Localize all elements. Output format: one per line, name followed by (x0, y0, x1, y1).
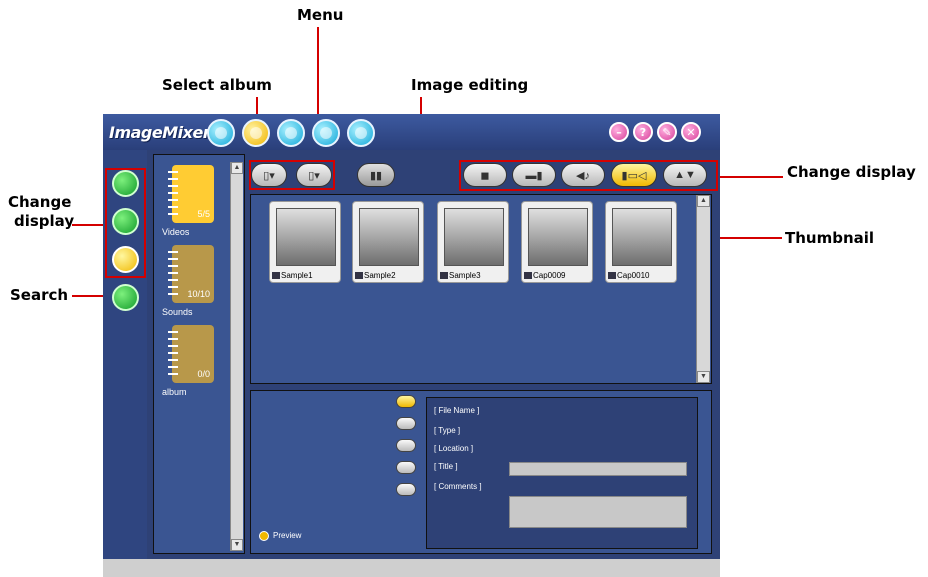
callout-change-display-left-2: display (14, 212, 75, 230)
thumbnail-scrollbar[interactable]: ▲ ▼ (696, 195, 710, 383)
title-label: [ Title ] (434, 462, 458, 471)
info-area: Preview [ File Name ] [ Type ] [ Locatio… (250, 390, 712, 554)
type-label: [ Type ] (434, 426, 461, 435)
comments-label: [ Comments ] (434, 482, 482, 491)
album-scrollbar[interactable]: ▲ ▼ (230, 162, 243, 551)
callout-thumbnail: Thumbnail (785, 229, 875, 247)
camera-file-icon (608, 272, 616, 280)
album-label: Videos (162, 227, 190, 237)
preview-label: Preview (273, 531, 302, 540)
scroll-up-icon[interactable]: ▲ (697, 195, 710, 207)
settings-icon[interactable]: ✎ (657, 122, 677, 142)
imagemixer-window: ImageMixer – ? ✎ ✕ 5/5 Videos 10/10 Soun… (103, 114, 720, 577)
camera-file-icon (524, 272, 532, 280)
highlight-change-display-left (105, 168, 146, 278)
video-file-icon (272, 272, 280, 280)
location-label: [ Location ] (434, 444, 474, 453)
minimize-icon[interactable]: – (609, 122, 629, 142)
title-field[interactable] (509, 462, 687, 476)
thumbnail-name: Cap0010 (617, 271, 650, 280)
album-icon[interactable] (207, 119, 235, 147)
highlight-menu (249, 160, 335, 190)
thumbnail-name: Sample3 (449, 271, 481, 280)
image-editing-button[interactable]: ▮▮ (357, 163, 395, 187)
thumbnail[interactable]: Cap0010 (605, 201, 677, 283)
comments-field[interactable] (509, 496, 687, 528)
callout-search: Search (10, 286, 69, 304)
add-info-button[interactable] (396, 417, 416, 430)
file-info-button[interactable] (396, 395, 416, 408)
callout-change-display-right: Change display (787, 163, 916, 181)
scroll-down-icon[interactable]: ▼ (697, 371, 710, 383)
album-label: Sounds (162, 307, 193, 317)
select-album-icon[interactable] (242, 119, 270, 147)
title-bar: ImageMixer – ? ✎ ✕ (103, 114, 720, 150)
thumbnail[interactable]: Sample2 (352, 201, 424, 283)
scroll-down-icon[interactable]: ▼ (231, 539, 243, 551)
album-label: album (162, 387, 187, 397)
help-icon[interactable]: ? (633, 122, 653, 142)
highlight-change-display-right (459, 160, 718, 191)
thumbnail[interactable]: Sample3 (437, 201, 509, 283)
file-name-label: [ File Name ] (434, 406, 480, 415)
album-book-videos[interactable]: 5/5 (168, 165, 214, 223)
export-icon[interactable] (347, 119, 375, 147)
info-panel: [ File Name ] [ Type ] [ Location ] [ Ti… (426, 397, 698, 549)
thumbnail-name: Cap0009 (533, 271, 566, 280)
album-count: 5/5 (197, 209, 210, 219)
app-logo: ImageMixer (109, 123, 211, 142)
image-info-button[interactable] (396, 439, 416, 452)
thumbnail-name: Sample1 (281, 271, 313, 280)
thumbnail-area: Sample1 Sample2 Sample3 Cap0009 Cap0010 … (250, 194, 712, 384)
preview-toggle-icon[interactable] (259, 531, 269, 541)
video-file-icon (355, 272, 363, 280)
callout-select-album: Select album (162, 76, 272, 94)
album-book-album[interactable]: 0/0 (168, 325, 214, 383)
callout-line-change-display-right (717, 176, 783, 178)
thumbnail[interactable]: Sample1 (269, 201, 341, 283)
video-file-icon (440, 272, 448, 280)
music-info-button[interactable] (396, 483, 416, 496)
callout-line-change-display-left (72, 224, 107, 226)
callout-image-editing: Image editing (411, 76, 529, 94)
thumbnail[interactable]: Cap0009 (521, 201, 593, 283)
thumbnail-name: Sample2 (364, 271, 396, 280)
album-count: 0/0 (197, 369, 210, 379)
callout-menu: Menu (297, 6, 344, 24)
album-book-sounds[interactable]: 10/10 (168, 245, 214, 303)
album-count: 10/10 (187, 289, 210, 299)
sound-icon[interactable] (312, 119, 340, 147)
search-icon[interactable] (112, 284, 139, 311)
image-icon[interactable] (277, 119, 305, 147)
status-bar (103, 559, 720, 577)
close-icon[interactable]: ✕ (681, 122, 701, 142)
callout-change-display-left-1: Change (8, 193, 72, 211)
camera-info-button[interactable] (396, 461, 416, 474)
scroll-up-icon[interactable]: ▲ (231, 162, 243, 174)
